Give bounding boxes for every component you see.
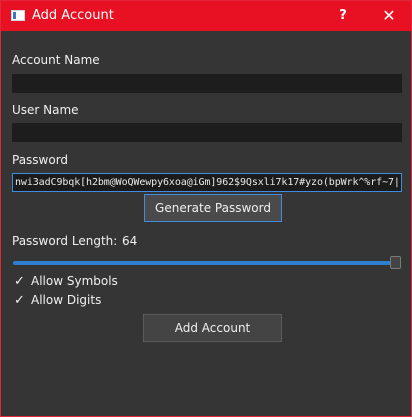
help-icon[interactable]: ?	[331, 5, 355, 27]
title-bar: Add Account ? ✕	[1, 1, 411, 31]
account-name-input[interactable]	[12, 74, 402, 93]
add-account-dialog: Add Account ? ✕ Account Name User Name P…	[0, 0, 412, 417]
password-length-slider[interactable]	[13, 261, 393, 265]
allow-digits-checkbox[interactable]: ✓	[13, 294, 26, 307]
user-name-label: User Name	[12, 103, 79, 117]
password-label: Password	[12, 153, 69, 167]
window-icon	[11, 10, 25, 21]
user-name-input[interactable]	[12, 123, 402, 142]
account-name-label: Account Name	[12, 53, 100, 67]
password-length-value: 64	[122, 234, 138, 248]
slider-handle[interactable]	[390, 256, 401, 269]
close-icon[interactable]: ✕	[377, 5, 401, 27]
allow-symbols-label: Allow Symbols	[31, 274, 118, 288]
add-account-button[interactable]: Add Account	[143, 314, 282, 342]
allow-symbols-checkbox[interactable]: ✓	[13, 275, 26, 288]
window-title: Add Account	[32, 8, 114, 23]
password-length-label: Password Length:	[12, 234, 118, 248]
password-input[interactable]: nwi3adC9bqk[h2bm@WoQWewpy6xoa@iGm]962$9Q…	[12, 173, 402, 192]
generate-password-button[interactable]: Generate Password	[144, 194, 282, 222]
allow-digits-label: Allow Digits	[31, 293, 102, 307]
